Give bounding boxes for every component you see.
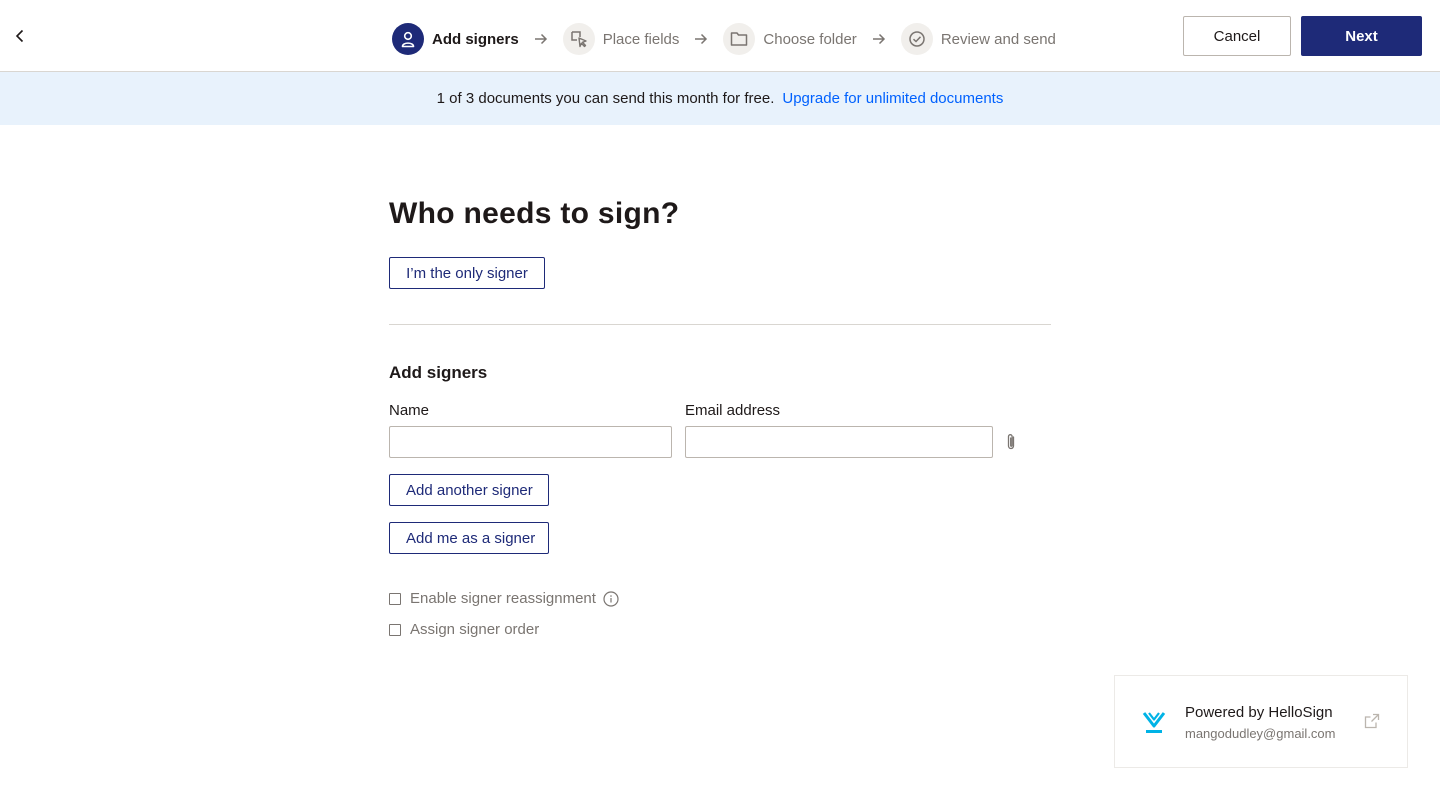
email-input[interactable] [685, 426, 993, 458]
step-add-signers: Add signers [392, 23, 519, 55]
folder-icon [723, 23, 756, 55]
banner-text: 1 of 3 documents you can send this month… [436, 90, 775, 107]
upgrade-link[interactable]: Upgrade for unlimited documents [782, 90, 1003, 107]
name-input[interactable] [389, 426, 672, 458]
cancel-button[interactable]: Cancel [1183, 16, 1291, 56]
info-icon[interactable] [603, 590, 619, 607]
step-label: Choose folder [763, 30, 857, 48]
progress-steps: Add signers Place fields Choose folder R… [392, 23, 1056, 55]
step-choose-folder: Choose folder [723, 23, 857, 55]
step-place-fields: Place fields [562, 23, 680, 55]
section-title: Add signers [389, 363, 488, 382]
name-label: Name [389, 402, 430, 419]
add-another-signer-button[interactable]: Add another signer [389, 474, 549, 506]
powered-by-card: Powered by HelloSign mangodudley@gmail.c… [1114, 675, 1408, 768]
paperclip-icon[interactable] [1003, 432, 1019, 452]
signer-order-label: Assign signer order [410, 621, 540, 638]
add-me-signer-button[interactable]: Add me as a signer [389, 522, 549, 554]
reassignment-option: Enable signer reassignment [389, 590, 619, 607]
signer-order-option: Assign signer order [389, 621, 539, 638]
account-email: mangodudley@gmail.com [1185, 726, 1336, 741]
usage-banner: 1 of 3 documents you can send this month… [0, 72, 1440, 125]
top-bar: Add signers Place fields Choose folder R… [0, 0, 1440, 72]
reassignment-checkbox[interactable] [389, 592, 401, 605]
reassignment-label: Enable signer reassignment [410, 590, 596, 607]
step-label: Add signers [432, 30, 519, 48]
step-review-send: Review and send [900, 23, 1056, 55]
person-icon [392, 23, 424, 55]
external-link-icon[interactable] [1364, 713, 1380, 729]
hellosign-logo-icon [1141, 709, 1167, 735]
arrow-right-icon [533, 31, 549, 47]
signer-order-checkbox[interactable] [389, 623, 401, 636]
powered-by-title: Powered by HelloSign [1185, 704, 1333, 721]
arrow-right-icon [693, 31, 709, 47]
cursor-field-icon [562, 23, 595, 55]
email-label: Email address [685, 402, 781, 419]
arrow-right-icon [871, 31, 887, 47]
step-label: Place fields [602, 30, 680, 48]
only-signer-button[interactable]: I’m the only signer [389, 257, 545, 289]
step-label: Review and send [940, 30, 1056, 48]
check-circle-icon [900, 23, 933, 55]
page-title: Who needs to sign? [389, 197, 680, 230]
divider [389, 324, 1051, 325]
next-button[interactable]: Next [1301, 16, 1422, 56]
back-arrow-icon[interactable] [8, 24, 32, 48]
